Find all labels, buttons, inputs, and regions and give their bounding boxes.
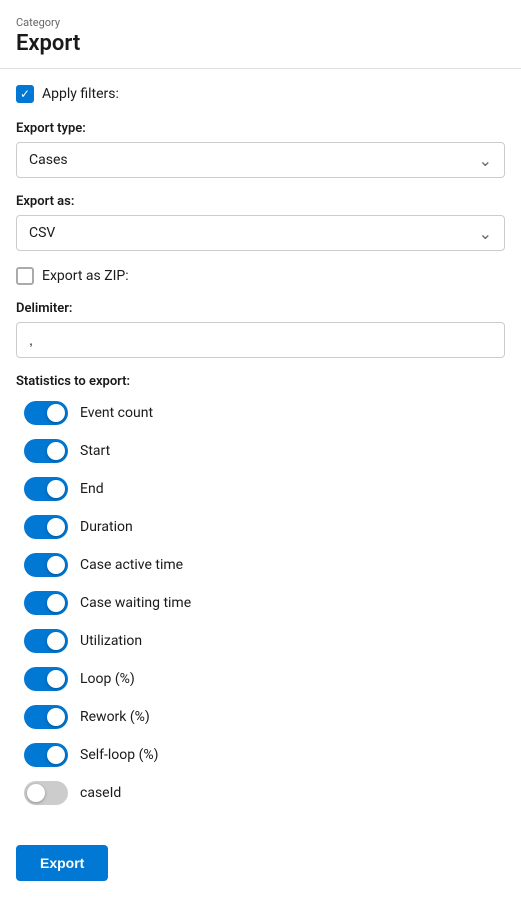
toggle-label-rework-pct: Rework (%) <box>80 709 150 725</box>
toggle-label-case-id: caseId <box>80 785 121 801</box>
toggle-thumb-loop-pct <box>47 670 65 688</box>
delimiter-field: Delimiter: <box>16 301 505 358</box>
toggle-case-waiting-time[interactable] <box>24 591 68 615</box>
toggle-row-start: Start <box>16 439 505 463</box>
toggle-label-loop-pct: Loop (%) <box>80 671 135 687</box>
toggle-row-case-active-time: Case active time <box>16 553 505 577</box>
apply-filters-row: ✓ Apply filters: <box>16 85 505 103</box>
toggle-thumb-self-loop-pct <box>47 746 65 764</box>
statistics-label: Statistics to export: <box>16 374 505 389</box>
toggle-rework-pct[interactable] <box>24 705 68 729</box>
export-as-label: Export as: <box>16 194 505 209</box>
page-title: Export <box>16 31 505 56</box>
export-type-field: Export type: Cases ⌄ <box>16 121 505 178</box>
export-as-chevron-icon: ⌄ <box>479 224 492 243</box>
toggle-event-count[interactable] <box>24 401 68 425</box>
toggle-thumb-case-id <box>27 784 45 802</box>
toggle-thumb-event-count <box>47 404 65 422</box>
toggle-row-end: End <box>16 477 505 501</box>
export-as-value: CSV <box>29 225 55 241</box>
toggle-case-id[interactable] <box>24 781 68 805</box>
export-zip-checkbox[interactable]: ✓ <box>16 267 34 285</box>
toggle-label-case-active-time: Case active time <box>80 557 183 573</box>
export-as-select[interactable]: CSV ⌄ <box>16 215 505 251</box>
toggle-utilization[interactable] <box>24 629 68 653</box>
toggle-thumb-duration <box>47 518 65 536</box>
toggle-label-self-loop-pct: Self-loop (%) <box>80 747 159 763</box>
toggle-loop-pct[interactable] <box>24 667 68 691</box>
apply-filters-checkbox[interactable]: ✓ <box>16 85 34 103</box>
export-as-field: Export as: CSV ⌄ <box>16 194 505 251</box>
checkbox-check-icon: ✓ <box>20 88 30 100</box>
statistics-field: Statistics to export: Event count Start En… <box>16 374 505 805</box>
export-type-select[interactable]: Cases ⌄ <box>16 142 505 178</box>
toggle-label-duration: Duration <box>80 519 133 535</box>
toggle-thumb-start <box>47 442 65 460</box>
toggle-case-active-time[interactable] <box>24 553 68 577</box>
toggle-row-case-waiting-time: Case waiting time <box>16 591 505 615</box>
toggle-duration[interactable] <box>24 515 68 539</box>
toggle-self-loop-pct[interactable] <box>24 743 68 767</box>
toggle-label-start: Start <box>80 443 110 459</box>
toggle-thumb-utilization <box>47 632 65 650</box>
export-type-label: Export type: <box>16 121 505 136</box>
export-button[interactable]: Export <box>16 845 108 881</box>
toggle-row-utilization: Utilization <box>16 629 505 653</box>
toggle-label-end: End <box>80 481 104 497</box>
statistics-toggle-list: Event count Start End Duration Case active t… <box>16 401 505 805</box>
toggle-start[interactable] <box>24 439 68 463</box>
toggle-row-case-id: caseId <box>16 781 505 805</box>
toggle-thumb-rework-pct <box>47 708 65 726</box>
toggle-row-loop-pct: Loop (%) <box>16 667 505 691</box>
toggle-label-utilization: Utilization <box>80 633 142 649</box>
export-type-chevron-icon: ⌄ <box>479 151 492 170</box>
toggle-label-event-count: Event count <box>80 405 153 421</box>
category-label: Category <box>16 16 505 29</box>
export-zip-row: ✓ Export as ZIP: <box>16 267 505 285</box>
delimiter-input[interactable] <box>16 322 505 358</box>
toggle-row-rework-pct: Rework (%) <box>16 705 505 729</box>
content-area: ✓ Apply filters: Export type: Cases ⌄ Ex… <box>0 69 521 897</box>
toggle-thumb-case-waiting-time <box>47 594 65 612</box>
export-type-value: Cases <box>29 152 68 168</box>
page-header: Category Export <box>0 0 521 69</box>
export-zip-label: Export as ZIP: <box>42 268 129 284</box>
toggle-thumb-end <box>47 480 65 498</box>
toggle-row-self-loop-pct: Self-loop (%) <box>16 743 505 767</box>
toggle-thumb-case-active-time <box>47 556 65 574</box>
toggle-row-duration: Duration <box>16 515 505 539</box>
toggle-label-case-waiting-time: Case waiting time <box>80 595 191 611</box>
toggle-end[interactable] <box>24 477 68 501</box>
delimiter-label: Delimiter: <box>16 301 505 316</box>
toggle-row-event-count: Event count <box>16 401 505 425</box>
apply-filters-label: Apply filters: <box>42 86 119 102</box>
